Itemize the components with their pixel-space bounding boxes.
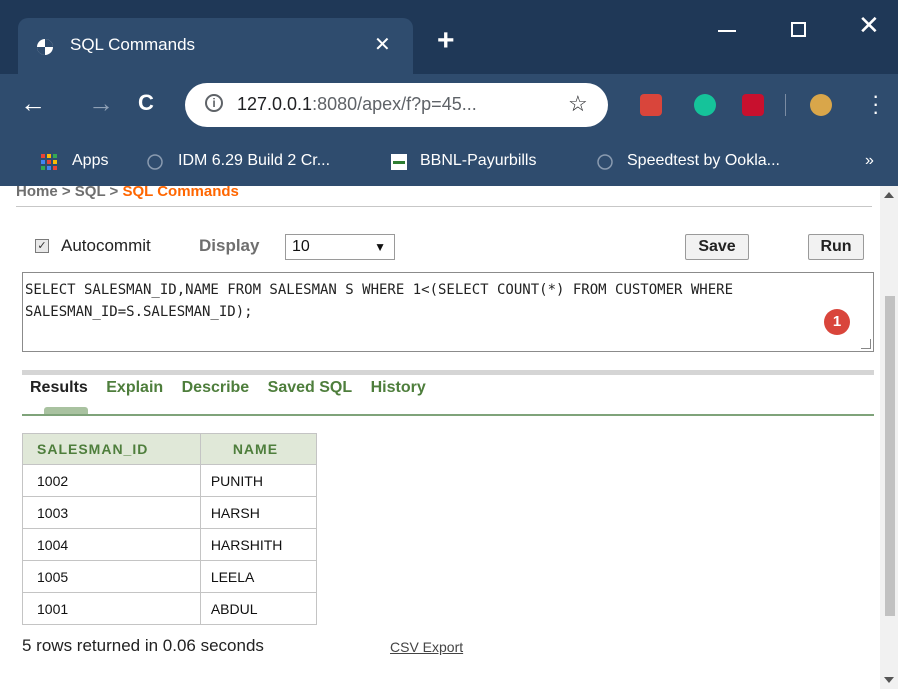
- cell-name: HARSH: [199, 496, 318, 529]
- resize-handle-icon[interactable]: [861, 339, 871, 349]
- cell-salesman-id: 1004: [22, 528, 201, 561]
- table-row: 1003 HARSH: [22, 496, 318, 529]
- scrollbar-thumb[interactable]: [885, 296, 895, 616]
- breadcrumb-separator: >: [57, 186, 75, 200]
- cell-name: ABDUL: [199, 592, 318, 625]
- breadcrumb-home[interactable]: Home: [16, 186, 58, 200]
- sql-text[interactable]: SELECT SALESMAN_ID,NAME FROM SALESMAN S …: [25, 279, 859, 323]
- cell-salesman-id: 1001: [22, 592, 201, 625]
- results-tabs: Results Explain Describe Saved SQL Histo…: [30, 379, 440, 403]
- browser-title-bar: SQL Commands ✕ + ✕: [0, 0, 898, 74]
- scroll-down-icon[interactable]: [884, 677, 894, 683]
- breadcrumb-separator: >: [105, 186, 123, 200]
- table-row: 1005 LEELA: [22, 560, 318, 593]
- column-header-name: NAME: [199, 433, 318, 465]
- tabs-underline: [22, 414, 874, 416]
- tab-favicon-icon: [37, 39, 53, 55]
- table-row: 1002 PUNITH: [22, 464, 318, 497]
- bookmark-star-icon[interactable]: ☆: [568, 91, 588, 117]
- display-select[interactable]: 10 ▼: [285, 234, 395, 260]
- breadcrumb-current: SQL Commands: [122, 186, 239, 200]
- grammarly-extension-icon[interactable]: [694, 94, 716, 116]
- bookmarks-overflow-icon[interactable]: »: [865, 152, 874, 170]
- table-row: 1001 ABDUL: [22, 592, 318, 625]
- tab-history[interactable]: History: [371, 379, 426, 397]
- maximize-icon[interactable]: [791, 22, 806, 37]
- new-tab-button[interactable]: +: [437, 26, 455, 56]
- reload-icon[interactable]: C: [138, 88, 154, 118]
- tab-title: SQL Commands: [70, 35, 196, 54]
- bookmark-idm[interactable]: IDM 6.29 Build 2 Cr...: [178, 152, 330, 170]
- table-row: 1004 HARSHITH: [22, 528, 318, 561]
- globe-icon: [597, 154, 613, 170]
- bookmarks-bar: Apps IDM 6.29 Build 2 Cr... BBNL-Payurbi…: [0, 140, 898, 186]
- window-close-icon[interactable]: ✕: [858, 12, 880, 38]
- table-header-row: SALESMAN_ID NAME: [22, 433, 318, 465]
- chevron-down-icon: ▼: [374, 240, 386, 254]
- forward-arrow-icon[interactable]: →: [88, 88, 114, 118]
- pocket-extension-icon[interactable]: [640, 94, 662, 116]
- pdf-extension-icon[interactable]: [742, 94, 764, 116]
- bookmark-apps[interactable]: Apps: [72, 152, 108, 170]
- tab-results[interactable]: Results: [30, 379, 88, 397]
- autocommit-checkbox[interactable]: ✓: [35, 239, 49, 253]
- breadcrumb: Home > SQL > SQL Commands: [16, 186, 239, 200]
- results-table: SALESMAN_ID NAME 1002 PUNITH 1003 HARSH 10…: [22, 433, 318, 625]
- page-scrollbar[interactable]: [880, 186, 898, 689]
- browser-toolbar: ← → C i 127.0.0.1:8080/apex/f?p=45... ☆ …: [0, 74, 898, 140]
- save-button[interactable]: Save: [685, 234, 749, 260]
- bookmark-bbnl[interactable]: BBNL-Payurbills: [420, 152, 536, 170]
- cell-name: PUNITH: [199, 464, 318, 497]
- display-label: Display: [199, 236, 260, 255]
- site-info-icon[interactable]: i: [205, 94, 223, 112]
- cell-name: LEELA: [199, 560, 318, 593]
- apex-page: Home > SQL > SQL Commands ✓ Autocommit D…: [0, 186, 880, 689]
- tab-close-icon[interactable]: ✕: [374, 32, 391, 57]
- browser-tab[interactable]: SQL Commands ✕: [18, 18, 413, 74]
- url-text: 127.0.0.1:8080/apex/f?p=45...: [237, 94, 477, 115]
- column-header-salesman-id: SALESMAN_ID: [22, 433, 201, 465]
- menu-dots-icon[interactable]: · · ·: [872, 85, 879, 123]
- apps-grid-icon: [41, 154, 57, 170]
- profile-avatar-icon[interactable]: [810, 94, 832, 116]
- rows-returned-status: 5 rows returned in 0.06 seconds: [22, 636, 264, 655]
- sql-editor[interactable]: SELECT SALESMAN_ID,NAME FROM SALESMAN S …: [22, 272, 874, 352]
- notification-badge[interactable]: 1: [824, 309, 850, 335]
- run-button[interactable]: Run: [808, 234, 864, 260]
- cell-salesman-id: 1003: [22, 496, 201, 529]
- globe-icon: [147, 154, 163, 170]
- toolbar-separator: [785, 94, 786, 116]
- tab-describe[interactable]: Describe: [182, 379, 250, 397]
- cell-name: HARSHITH: [199, 528, 318, 561]
- bbnl-icon: [391, 154, 407, 170]
- breadcrumb-sql[interactable]: SQL: [75, 186, 106, 200]
- autocommit-label: Autocommit: [61, 236, 151, 255]
- display-select-value: 10: [292, 238, 310, 255]
- csv-export-link[interactable]: CSV Export: [390, 639, 463, 655]
- bookmark-speedtest[interactable]: Speedtest by Ookla...: [627, 152, 780, 170]
- url-path: :8080/apex/f?p=45...: [312, 94, 477, 114]
- divider: [16, 206, 872, 207]
- back-arrow-icon[interactable]: ←: [20, 88, 46, 118]
- sql-toolbar: ✓ Autocommit Display 10 ▼ Save Run: [16, 232, 872, 262]
- scroll-up-icon[interactable]: [884, 192, 894, 198]
- address-bar[interactable]: i 127.0.0.1:8080/apex/f?p=45... ☆: [185, 83, 608, 127]
- minimize-icon[interactable]: [718, 30, 736, 32]
- cell-salesman-id: 1002: [22, 464, 201, 497]
- section-divider: [22, 370, 874, 375]
- url-host: 127.0.0.1: [237, 94, 313, 114]
- tab-explain[interactable]: Explain: [106, 379, 163, 397]
- cell-salesman-id: 1005: [22, 560, 201, 593]
- tab-saved-sql[interactable]: Saved SQL: [268, 379, 352, 397]
